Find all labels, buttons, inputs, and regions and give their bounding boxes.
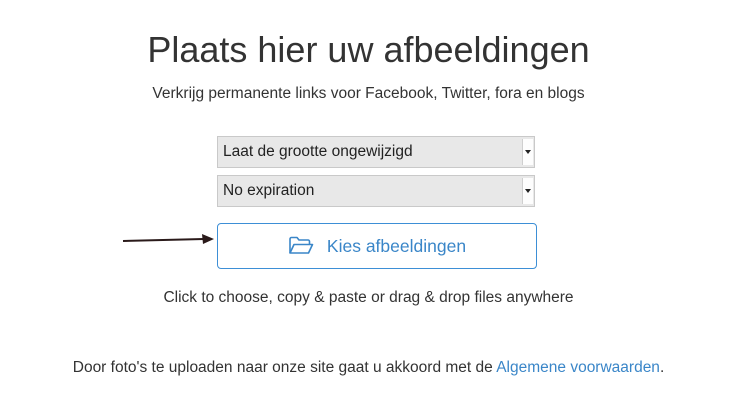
choose-images-label: Kies afbeeldingen — [326, 235, 467, 256]
terms-link[interactable]: Algemene voorwaarden — [496, 359, 660, 376]
chevron-down-icon — [522, 139, 533, 165]
choose-images-button[interactable]: Kies afbeeldingen — [217, 223, 537, 269]
terms-text: Door foto's te uploaden naar onze site g… — [72, 359, 497, 376]
terms-notice: Door foto's te uploaden naar onze site g… — [0, 358, 737, 378]
folder-open-icon — [288, 236, 314, 256]
chevron-down-icon — [522, 178, 533, 204]
pointer-arrow-icon — [122, 234, 214, 244]
terms-end: . — [659, 359, 665, 376]
resize-select[interactable]: Laat de grootte ongewijzigd — [217, 136, 535, 168]
page-subtitle: Verkrijg permanente links voor Facebook,… — [152, 85, 585, 102]
expiration-select-value: No expiration — [223, 182, 315, 199]
resize-select-value: Laat de grootte ongewijzigd — [223, 143, 413, 160]
upload-hint: Click to choose, copy & paste or drag & … — [163, 289, 574, 306]
expiration-select[interactable]: No expiration — [217, 175, 535, 207]
page-title: Plaats hier uw afbeeldingen — [147, 29, 590, 70]
